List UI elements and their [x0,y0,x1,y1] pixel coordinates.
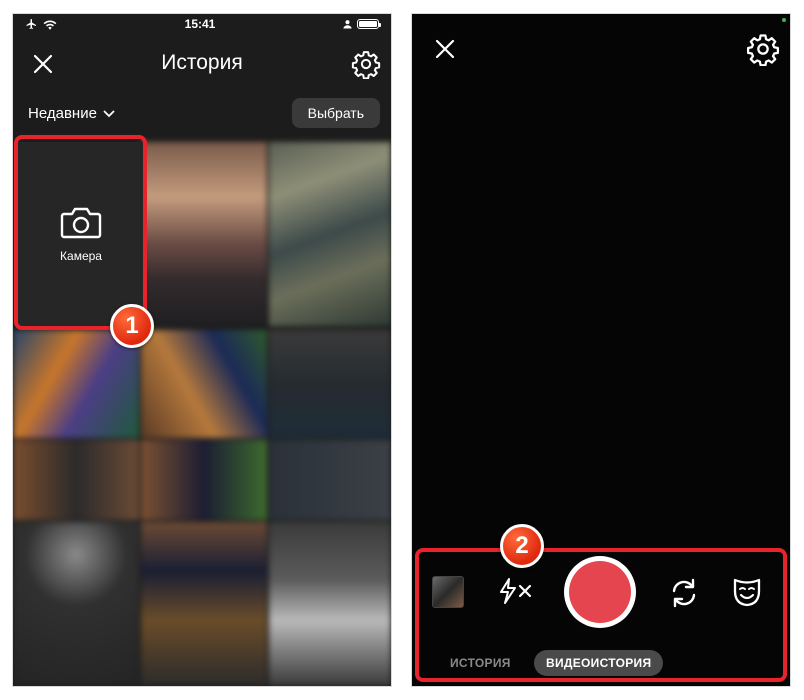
gallery-photo[interactable] [269,330,391,438]
chevron-down-icon [103,110,115,117]
gallery-photo[interactable] [141,522,267,686]
wifi-icon [43,19,57,30]
story-gallery-screen: 15:41 История Недавние Выбрать Камера [13,14,391,686]
gear-icon[interactable] [746,32,780,66]
battery-icon [356,19,381,29]
highlight-frame-camera [14,135,147,330]
select-button[interactable]: Выбрать [291,98,380,128]
close-icon[interactable] [432,36,458,62]
status-bar: 15:41 [13,14,391,34]
gallery-photo[interactable] [141,142,267,326]
step-badge-2: 2 [500,524,544,568]
gallery-photo[interactable] [141,440,267,520]
gallery-photo[interactable] [13,522,139,686]
status-time: 15:41 [184,17,216,31]
page-title: История [161,51,243,74]
gallery-photo[interactable] [13,440,139,520]
album-label: Недавние [28,105,97,122]
status-dot [782,18,786,22]
person-icon [343,20,352,29]
header: История [13,44,391,84]
gallery-photo[interactable] [13,330,139,438]
step-badge-1: 1 [110,304,154,348]
gallery-photo[interactable] [269,440,391,520]
gallery-photo[interactable] [269,142,391,326]
gallery-photo[interactable] [141,330,267,438]
gear-icon[interactable] [351,49,381,79]
gallery-photo[interactable] [269,522,391,686]
airplane-icon [26,19,36,29]
album-dropdown[interactable]: Недавние [28,105,115,122]
filter-bar: Недавние Выбрать [13,98,391,130]
highlight-frame-controls [415,548,787,682]
